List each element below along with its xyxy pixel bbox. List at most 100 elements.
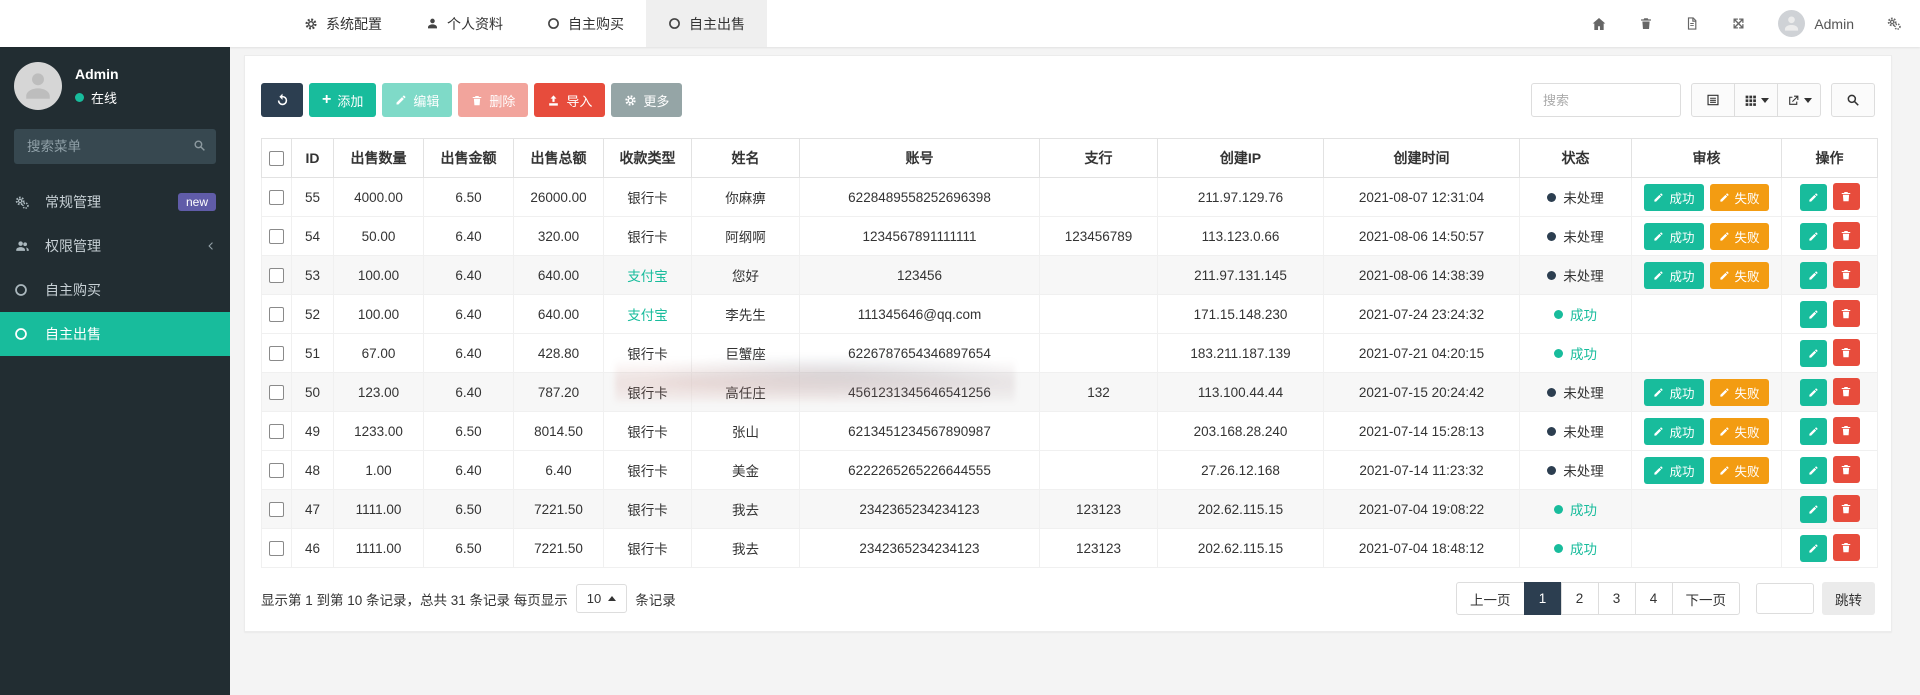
trash-icon [1840,463,1852,476]
audit-fail-button[interactable]: 失败 [1709,183,1769,211]
row-edit-button[interactable] [1799,223,1827,250]
audit-fail-button[interactable]: 失败 [1709,417,1769,445]
column-header: 姓名 [691,138,800,178]
audit-success-button[interactable]: 成功 [1644,378,1704,406]
sidebar-item-self-sell[interactable]: 自主出售 [0,312,230,356]
document-icon[interactable] [1685,16,1699,31]
prev-page-button[interactable]: 上一页 [1456,582,1525,615]
refresh-button[interactable] [261,83,303,117]
edit-button[interactable]: 编辑 [382,83,453,117]
status-badge: 未处理 [1547,425,1604,440]
row-edit-button[interactable] [1799,301,1827,328]
row-checkbox[interactable] [269,306,284,322]
row-checkbox[interactable] [269,423,284,439]
row-checkbox[interactable] [269,228,284,244]
row-delete-button[interactable] [1832,222,1860,249]
row-edit-button[interactable] [1799,418,1827,445]
export-button[interactable] [1777,83,1821,117]
row-delete-button[interactable] [1832,456,1860,483]
sidebar-item-permissions[interactable]: 权限管理 [0,224,230,268]
trash-icon[interactable] [1639,16,1653,31]
page-button[interactable]: 4 [1634,582,1673,615]
cell-total: 7221.50 [513,489,604,529]
audit-success-button[interactable]: 成功 [1644,183,1704,211]
row-edit-button[interactable] [1799,379,1827,406]
audit-fail-button[interactable]: 失败 [1709,261,1769,289]
column-header: 审核 [1631,138,1782,178]
cell-name: 您好 [691,255,800,295]
row-checkbox[interactable] [269,384,284,400]
add-button[interactable]: + 添加 [309,83,377,117]
jump-page-input[interactable] [1756,583,1814,614]
pencil-icon [395,94,407,106]
circle-icon [14,283,36,297]
row-delete-button[interactable] [1832,261,1860,288]
row-delete-button[interactable] [1832,339,1860,366]
cell-status: 未处理 [1519,177,1632,217]
page-button[interactable]: 1 [1523,582,1562,615]
table-row: 48 1.00 6.40 6.40 银行卡 美金 622226526522664… [261,450,1878,490]
audit-success-button[interactable]: 成功 [1644,222,1704,250]
pay-type: 银行卡 [627,464,668,479]
row-edit-button[interactable] [1799,184,1827,211]
tab-profile[interactable]: 个人资料 [404,0,525,47]
next-page-button[interactable]: 下一页 [1671,582,1740,615]
row-edit-button[interactable] [1799,496,1827,523]
row-delete-button[interactable] [1832,417,1860,444]
audit-success-button[interactable]: 成功 [1644,456,1704,484]
row-checkbox[interactable] [269,540,284,556]
detail-view-button[interactable] [1691,83,1735,117]
row-edit-button[interactable] [1799,535,1827,562]
pencil-icon [1653,387,1664,398]
tab-system-config[interactable]: 系统配置 [282,0,404,47]
audit-fail-button[interactable]: 失败 [1709,378,1769,406]
select-all-checkbox[interactable] [269,151,284,167]
table-row: 49 1233.00 6.50 8014.50 银行卡 张山 621345123… [261,411,1878,451]
row-checkbox[interactable] [269,189,284,205]
fullscreen-icon[interactable] [1731,16,1746,31]
page-button[interactable]: 2 [1560,582,1599,615]
trash-icon [1840,190,1852,203]
audit-fail-button[interactable]: 失败 [1709,456,1769,484]
delete-button[interactable]: 删除 [458,83,529,117]
navbar-user-menu[interactable]: Admin [1778,10,1854,37]
more-button[interactable]: 更多 [611,83,683,117]
row-delete-button[interactable] [1832,183,1860,210]
audit-success-button[interactable]: 成功 [1644,261,1704,289]
status-dot-icon [1554,544,1563,553]
audit-fail-button[interactable]: 失败 [1709,222,1769,250]
row-delete-button[interactable] [1832,378,1860,405]
columns-button[interactable] [1734,83,1778,117]
tab-self-sell[interactable]: 自主出售 [646,0,767,47]
tab-self-buy[interactable]: 自主购买 [525,0,646,47]
cogs-icon[interactable] [1886,16,1902,31]
row-delete-button[interactable] [1832,534,1860,561]
row-checkbox[interactable] [269,267,284,283]
column-header: 创建IP [1157,138,1324,178]
jump-button[interactable]: 跳转 [1822,582,1875,615]
row-edit-button[interactable] [1799,262,1827,289]
pager: 上一页 1 2 3 4 下一页 [1456,582,1740,615]
sidebar-item-general[interactable]: 常规管理 new [0,180,230,224]
row-checkbox[interactable] [269,501,284,517]
page-button[interactable]: 3 [1597,582,1636,615]
cell-price: 6.50 [423,489,514,529]
sidebar-item-self-buy[interactable]: 自主购买 [0,268,230,312]
cell-price: 6.40 [423,294,514,334]
row-checkbox[interactable] [269,462,284,478]
row-checkbox[interactable] [269,345,284,361]
cell-pay-type: 银行卡 [603,333,692,373]
import-button[interactable]: 导入 [534,83,606,117]
row-edit-button[interactable] [1799,340,1827,367]
page-size-dropdown[interactable]: 10 [575,584,628,613]
table-search-input[interactable] [1531,83,1681,117]
row-delete-button[interactable] [1832,495,1860,522]
home-icon[interactable] [1591,16,1607,32]
cell-name: 美金 [691,450,800,490]
audit-success-button[interactable]: 成功 [1644,417,1704,445]
search-button[interactable] [1831,83,1875,117]
row-edit-button[interactable] [1799,457,1827,484]
row-delete-button[interactable] [1832,300,1860,327]
sidebar-search-input[interactable] [14,129,216,164]
cell-pay-type: 支付宝 [603,294,692,334]
